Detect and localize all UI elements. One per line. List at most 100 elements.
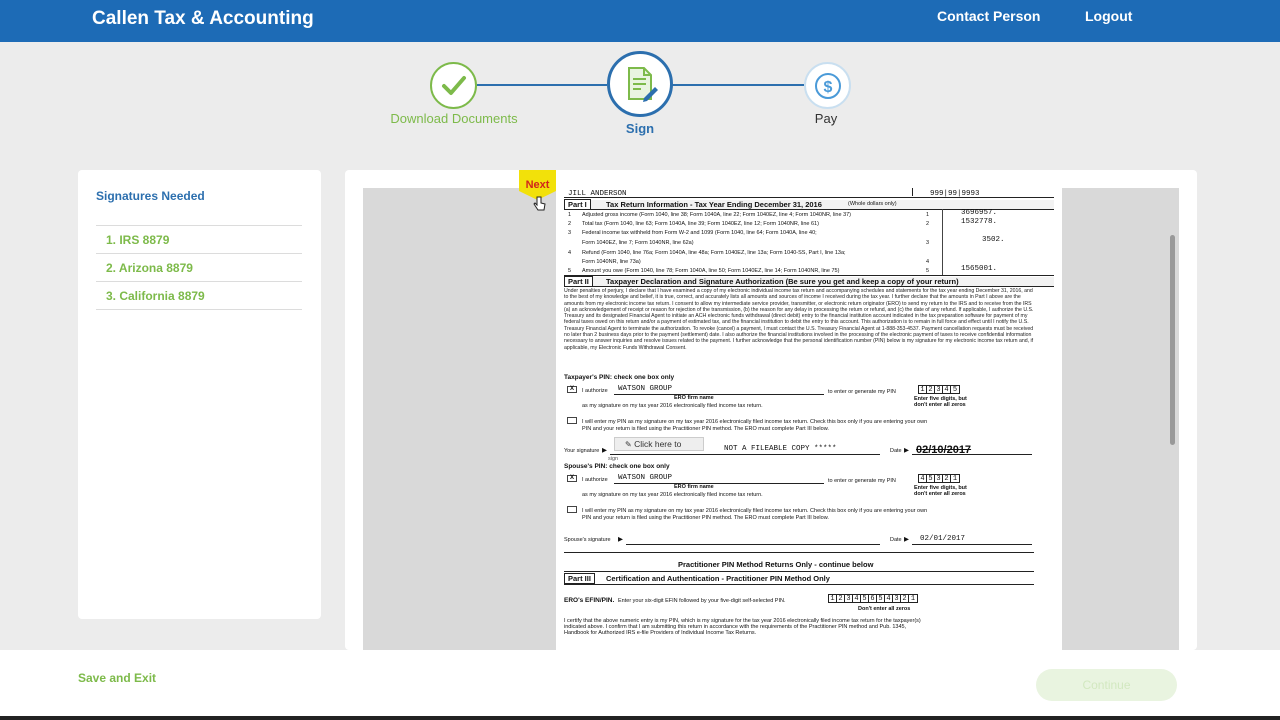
self-enter-text: I will enter my PIN as my signature on m… (582, 508, 928, 514)
pin-note: don't enter all zeros (914, 491, 966, 497)
rule (564, 197, 1054, 198)
spouse-pin-heading: Spouse's PIN: check one box only (564, 463, 670, 470)
step-pay-circle[interactable]: $ (804, 62, 851, 109)
not-fileable-text: NOT A FILEABLE COPY ***** (724, 445, 837, 453)
contact-person-link[interactable]: Contact Person (937, 8, 1040, 24)
document-canvas[interactable]: JILL ANDERSON 999|99|9993 Part I Tax Ret… (363, 188, 1179, 650)
line-number: 1 (568, 212, 572, 218)
form-8879-page: JILL ANDERSON 999|99|9993 Part I Tax Ret… (556, 188, 1062, 650)
step-connector (477, 84, 607, 86)
sign-word: sign (608, 456, 619, 462)
line-text-cont: Form 1040NR, line 73a) (582, 259, 641, 265)
hand-cursor-icon (533, 196, 546, 211)
line-text: Amount you owe (Form 1040, line 78; Form… (582, 268, 840, 274)
line-text: Total tax (Form 1040, line 63; Form 1040… (582, 221, 819, 227)
continue-button[interactable]: Continue (1036, 669, 1177, 701)
part2-title: Taxpayer Declaration and Signature Autho… (606, 277, 959, 286)
line-amount: 3696957. (961, 209, 998, 217)
brand-title: Callen Tax & Accounting (92, 8, 314, 29)
rule (614, 394, 824, 395)
step-sign-label: Sign (625, 121, 655, 136)
rule (610, 454, 880, 455)
footer-bar: Save and Exit Continue (0, 650, 1280, 716)
taxpayer-pin-heading: Taxpayer's PIN: check one box only (564, 374, 675, 381)
line-box-number: 4 (926, 259, 930, 265)
as-signature-text: as my signature on my tax year 2016 elec… (582, 403, 763, 409)
line-number: 5 (568, 268, 572, 274)
efin-label: ERO's EFIN/PIN. (564, 597, 615, 604)
document-pen-icon (628, 67, 658, 102)
step-download-circle[interactable] (430, 62, 477, 109)
app-header: Callen Tax & Accounting Contact Person L… (0, 0, 1280, 42)
line-box-number: 2 (926, 221, 930, 227)
rule (912, 544, 1032, 545)
dollar-icon: $ (814, 72, 841, 99)
pin-digit: 2 (927, 386, 935, 394)
rule (626, 544, 880, 545)
pin-digit: 5 (952, 386, 958, 394)
rule (564, 552, 1034, 553)
signatures-sidebar: Signatures Needed 1. IRS 8879 2. Arizona… (78, 170, 321, 619)
line-number: 3 (568, 230, 572, 236)
click-to-sign-tooltip[interactable]: ✎ Click here to (614, 437, 704, 451)
part1-note: (Whole dollars only) (848, 201, 897, 207)
spouse-self-pin-checkbox[interactable] (567, 506, 577, 513)
sidebar-title: Signatures Needed (96, 189, 205, 203)
document-scrollbar[interactable] (1170, 235, 1175, 445)
date-arrow: ▶ (904, 447, 909, 454)
pin-digit: 4 (943, 386, 951, 394)
step-sign-circle[interactable] (607, 51, 673, 117)
pin-digit: 1 (919, 386, 927, 394)
save-and-exit-link[interactable]: Save and Exit (78, 671, 156, 685)
rule (564, 275, 1054, 276)
as-signature-text: as my signature on my tax year 2016 elec… (582, 492, 763, 498)
document-viewer: JILL ANDERSON 999|99|9993 Part I Tax Ret… (345, 170, 1197, 650)
pin-digit: 4 (853, 595, 861, 603)
pin-digit: 6 (869, 595, 877, 603)
line-amount: 3502. (982, 236, 1005, 244)
part3-title: Certification and Authentication - Pract… (606, 574, 830, 583)
bottom-edge (0, 716, 1280, 720)
line-text-cont: Form 1040EZ, line 7; Form 1040NR, line 6… (582, 240, 694, 246)
pin-digit: 3 (935, 475, 943, 483)
pin-digit: 4 (919, 475, 927, 483)
pin-digit: 1 (910, 595, 916, 603)
efin-pin-box: 1 2 3 4 5 6 5 4 3 2 1 (828, 594, 918, 603)
rule (564, 571, 1034, 572)
line-text: Federal income tax withheld from Form W-… (582, 230, 817, 236)
pin-note: don't enter all zeros (914, 402, 966, 408)
spouse-pin-box: 4 5 3 2 1 (918, 474, 960, 483)
line-amount: 1532778. (961, 218, 998, 226)
spouse-date: 02/01/2017 (920, 535, 966, 543)
ero-firm-name: WATSON GROUP (618, 474, 673, 482)
efin-note: Don't enter all zeros (858, 606, 911, 612)
pin-digit: 1 (829, 595, 837, 603)
date-label: Date (890, 537, 902, 543)
line-amount: 1565001. (961, 265, 998, 273)
ero-firm-name: WATSON GROUP (618, 385, 673, 393)
svg-text:$: $ (823, 79, 832, 96)
line-box-number: 5 (926, 268, 930, 274)
self-enter-text: PIN and your return is filed using the P… (582, 515, 829, 521)
to-enter-pin-label: to enter or generate my PIN (828, 478, 896, 484)
sidebar-item-irs-8879[interactable]: 1. IRS 8879 (96, 225, 302, 253)
sidebar-item-arizona-8879[interactable]: 2. Arizona 8879 (96, 253, 302, 281)
pin-digit: 3 (935, 386, 943, 394)
rule (614, 483, 824, 484)
ero-firm-label: ERO firm name (674, 395, 714, 401)
date-arrow: ▶ (904, 536, 909, 543)
pin-digit: 5 (927, 475, 935, 483)
line-number: 4 (568, 250, 572, 256)
sidebar-item-california-8879[interactable]: 3. California 8879 (96, 281, 302, 309)
taxpayer-authorize-checkbox[interactable]: X (567, 386, 577, 393)
taxpayer-self-pin-checkbox[interactable] (567, 417, 577, 424)
step-pay-label: Pay (814, 111, 838, 126)
pin-digit: 3 (893, 595, 901, 603)
line-text: Adjusted gross income (Form 1040, line 3… (582, 212, 852, 218)
declaration-text: Under penalties of perjury, I declare th… (564, 288, 1034, 351)
line-box-number: 3 (926, 240, 930, 246)
signature-arrow: ▶ (618, 536, 623, 543)
spouse-authorize-checkbox[interactable]: X (567, 475, 577, 482)
logout-link[interactable]: Logout (1085, 8, 1132, 24)
to-enter-pin-label: to enter or generate my PIN (828, 389, 896, 395)
